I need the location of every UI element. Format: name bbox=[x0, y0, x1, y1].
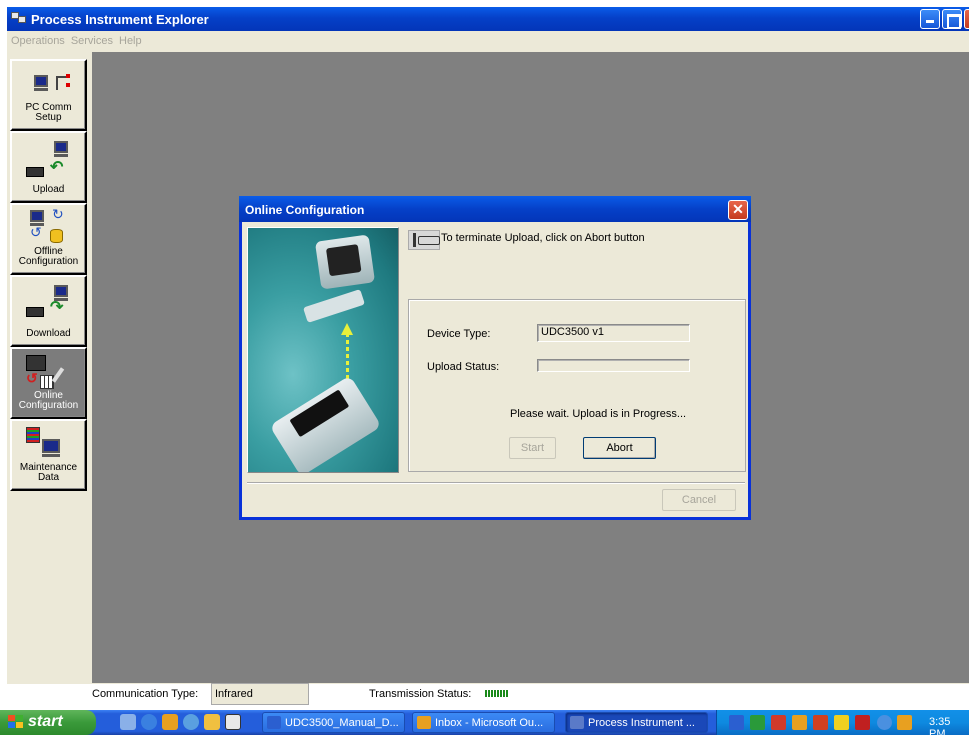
taskbar: start UDC3500_Manual_D... Inbox - Micros… bbox=[0, 710, 969, 735]
grid-icon bbox=[40, 375, 54, 389]
menu-operations[interactable]: Operations bbox=[11, 35, 65, 47]
dialog-title-bar[interactable]: Online Configuration bbox=[239, 196, 751, 222]
upload-illustration bbox=[247, 227, 399, 473]
arrow-tray-icon[interactable] bbox=[834, 715, 849, 730]
pc-comm-setup-button[interactable]: PC Comm Setup bbox=[10, 59, 87, 131]
device-type-label: Device Type: bbox=[427, 328, 491, 340]
pc-icon bbox=[42, 439, 60, 457]
hint-text: To terminate Upload, click on Abort butt… bbox=[441, 232, 645, 244]
left-toolbar: PC Comm Setup ↶ Upload ↻ ↺ Offline Confi… bbox=[10, 59, 87, 491]
dialog-title: Online Configuration bbox=[245, 203, 365, 217]
start-button[interactable]: Start bbox=[509, 437, 556, 459]
windows-logo-icon bbox=[8, 715, 24, 730]
upload-arrow-icon: ↶ bbox=[50, 159, 64, 176]
messenger-icon[interactable] bbox=[183, 714, 199, 730]
tool-label: Configuration bbox=[18, 400, 79, 411]
online-configuration-button[interactable]: ↺ Online Configuration bbox=[10, 347, 87, 419]
word-doc-icon bbox=[267, 716, 281, 729]
expand-tray-icon[interactable] bbox=[877, 715, 892, 730]
sync-arrow-icon: ↻ bbox=[52, 206, 64, 222]
upload-status-label: Upload Status: bbox=[427, 361, 500, 373]
tool-label: Configuration bbox=[18, 256, 79, 267]
window-title-bar[interactable]: Process Instrument Explorer bbox=[7, 7, 969, 31]
red-arrow-icon: ↺ bbox=[26, 370, 38, 386]
outlook-icon[interactable] bbox=[162, 714, 178, 730]
progress-message: Please wait. Upload is in Progress... bbox=[510, 408, 687, 420]
online-configuration-dialog: Online Configuration ✕ To terminate Uplo… bbox=[239, 196, 751, 520]
outlook-icon bbox=[417, 716, 431, 729]
tool-label: Data bbox=[37, 472, 60, 483]
outlook-notify-icon[interactable] bbox=[897, 715, 912, 730]
dialog-separator bbox=[247, 482, 745, 484]
folder-icon[interactable] bbox=[204, 714, 220, 730]
pc-comm-setup-icon bbox=[34, 75, 48, 91]
quicklaunch-icon[interactable] bbox=[120, 714, 136, 730]
upload-button[interactable]: ↶ Upload bbox=[10, 131, 87, 203]
monitor-illustration bbox=[314, 234, 376, 290]
menu-help[interactable]: Help bbox=[119, 35, 142, 47]
start-button[interactable]: start bbox=[0, 710, 96, 735]
device-type-field: UDC3500 v1 bbox=[537, 324, 690, 342]
abort-button[interactable]: Abort bbox=[583, 437, 656, 459]
calendar-tray-icon[interactable] bbox=[813, 715, 828, 730]
task-udc3500-manual[interactable]: UDC3500_Manual_D... bbox=[262, 712, 405, 733]
database-icon bbox=[50, 229, 63, 243]
tool-label: Upload bbox=[32, 184, 65, 195]
transmission-status-indicator bbox=[485, 690, 508, 697]
communication-type-label: Communication Type: bbox=[92, 688, 199, 700]
task-inbox-outlook[interactable]: Inbox - Microsoft Ou... bbox=[412, 712, 555, 733]
upload-panel: Device Type: UDC3500 v1 Upload Status: bbox=[408, 299, 746, 472]
communication-type-value: Infrared bbox=[211, 683, 309, 705]
offline-configuration-button[interactable]: ↻ ↺ Offline Configuration bbox=[10, 203, 87, 275]
dialog-close-button[interactable]: ✕ bbox=[728, 200, 748, 220]
powerpoint-tray-icon[interactable] bbox=[771, 715, 786, 730]
maximize-button[interactable] bbox=[942, 9, 962, 29]
word-tray-icon[interactable] bbox=[729, 715, 744, 730]
clock: 3:35 PM bbox=[929, 716, 951, 735]
menu-services[interactable]: Services bbox=[71, 35, 113, 47]
pc-icon bbox=[54, 141, 68, 157]
app-icon bbox=[11, 12, 27, 26]
transmission-status-label: Transmission Status: bbox=[369, 688, 472, 700]
outlook-tray-icon[interactable] bbox=[792, 715, 807, 730]
tool-label: Download bbox=[26, 328, 71, 339]
download-arrow-icon: ↷ bbox=[50, 299, 64, 316]
download-button[interactable]: ↷ Download bbox=[10, 275, 87, 347]
task-process-instrument[interactable]: Process Instrument ... bbox=[565, 712, 708, 733]
tool-label: Setup bbox=[35, 112, 62, 123]
device-icon bbox=[26, 167, 44, 177]
minimize-button[interactable] bbox=[920, 9, 940, 29]
handheld-device-illustration bbox=[269, 375, 382, 472]
device-icon bbox=[26, 307, 44, 317]
start-label: start bbox=[28, 713, 63, 730]
app-icon bbox=[570, 716, 584, 729]
browser-icon[interactable] bbox=[141, 714, 157, 730]
device-icon bbox=[26, 355, 46, 371]
maintenance-data-button[interactable]: Maintenance Data bbox=[10, 419, 87, 491]
pointing-hand-icon bbox=[408, 230, 440, 250]
notepad-icon[interactable] bbox=[225, 714, 241, 730]
data-icon bbox=[26, 427, 40, 443]
excel-tray-icon[interactable] bbox=[750, 715, 765, 730]
sync-arrow-icon: ↺ bbox=[30, 224, 42, 240]
window-title: Process Instrument Explorer bbox=[31, 11, 209, 27]
close-window-button[interactable] bbox=[964, 9, 969, 29]
menu-bar: Operations Services Help bbox=[7, 31, 969, 51]
upload-status-progress-bar bbox=[537, 359, 690, 372]
pdf-tray-icon[interactable] bbox=[855, 715, 870, 730]
cancel-button[interactable]: Cancel bbox=[662, 489, 736, 511]
